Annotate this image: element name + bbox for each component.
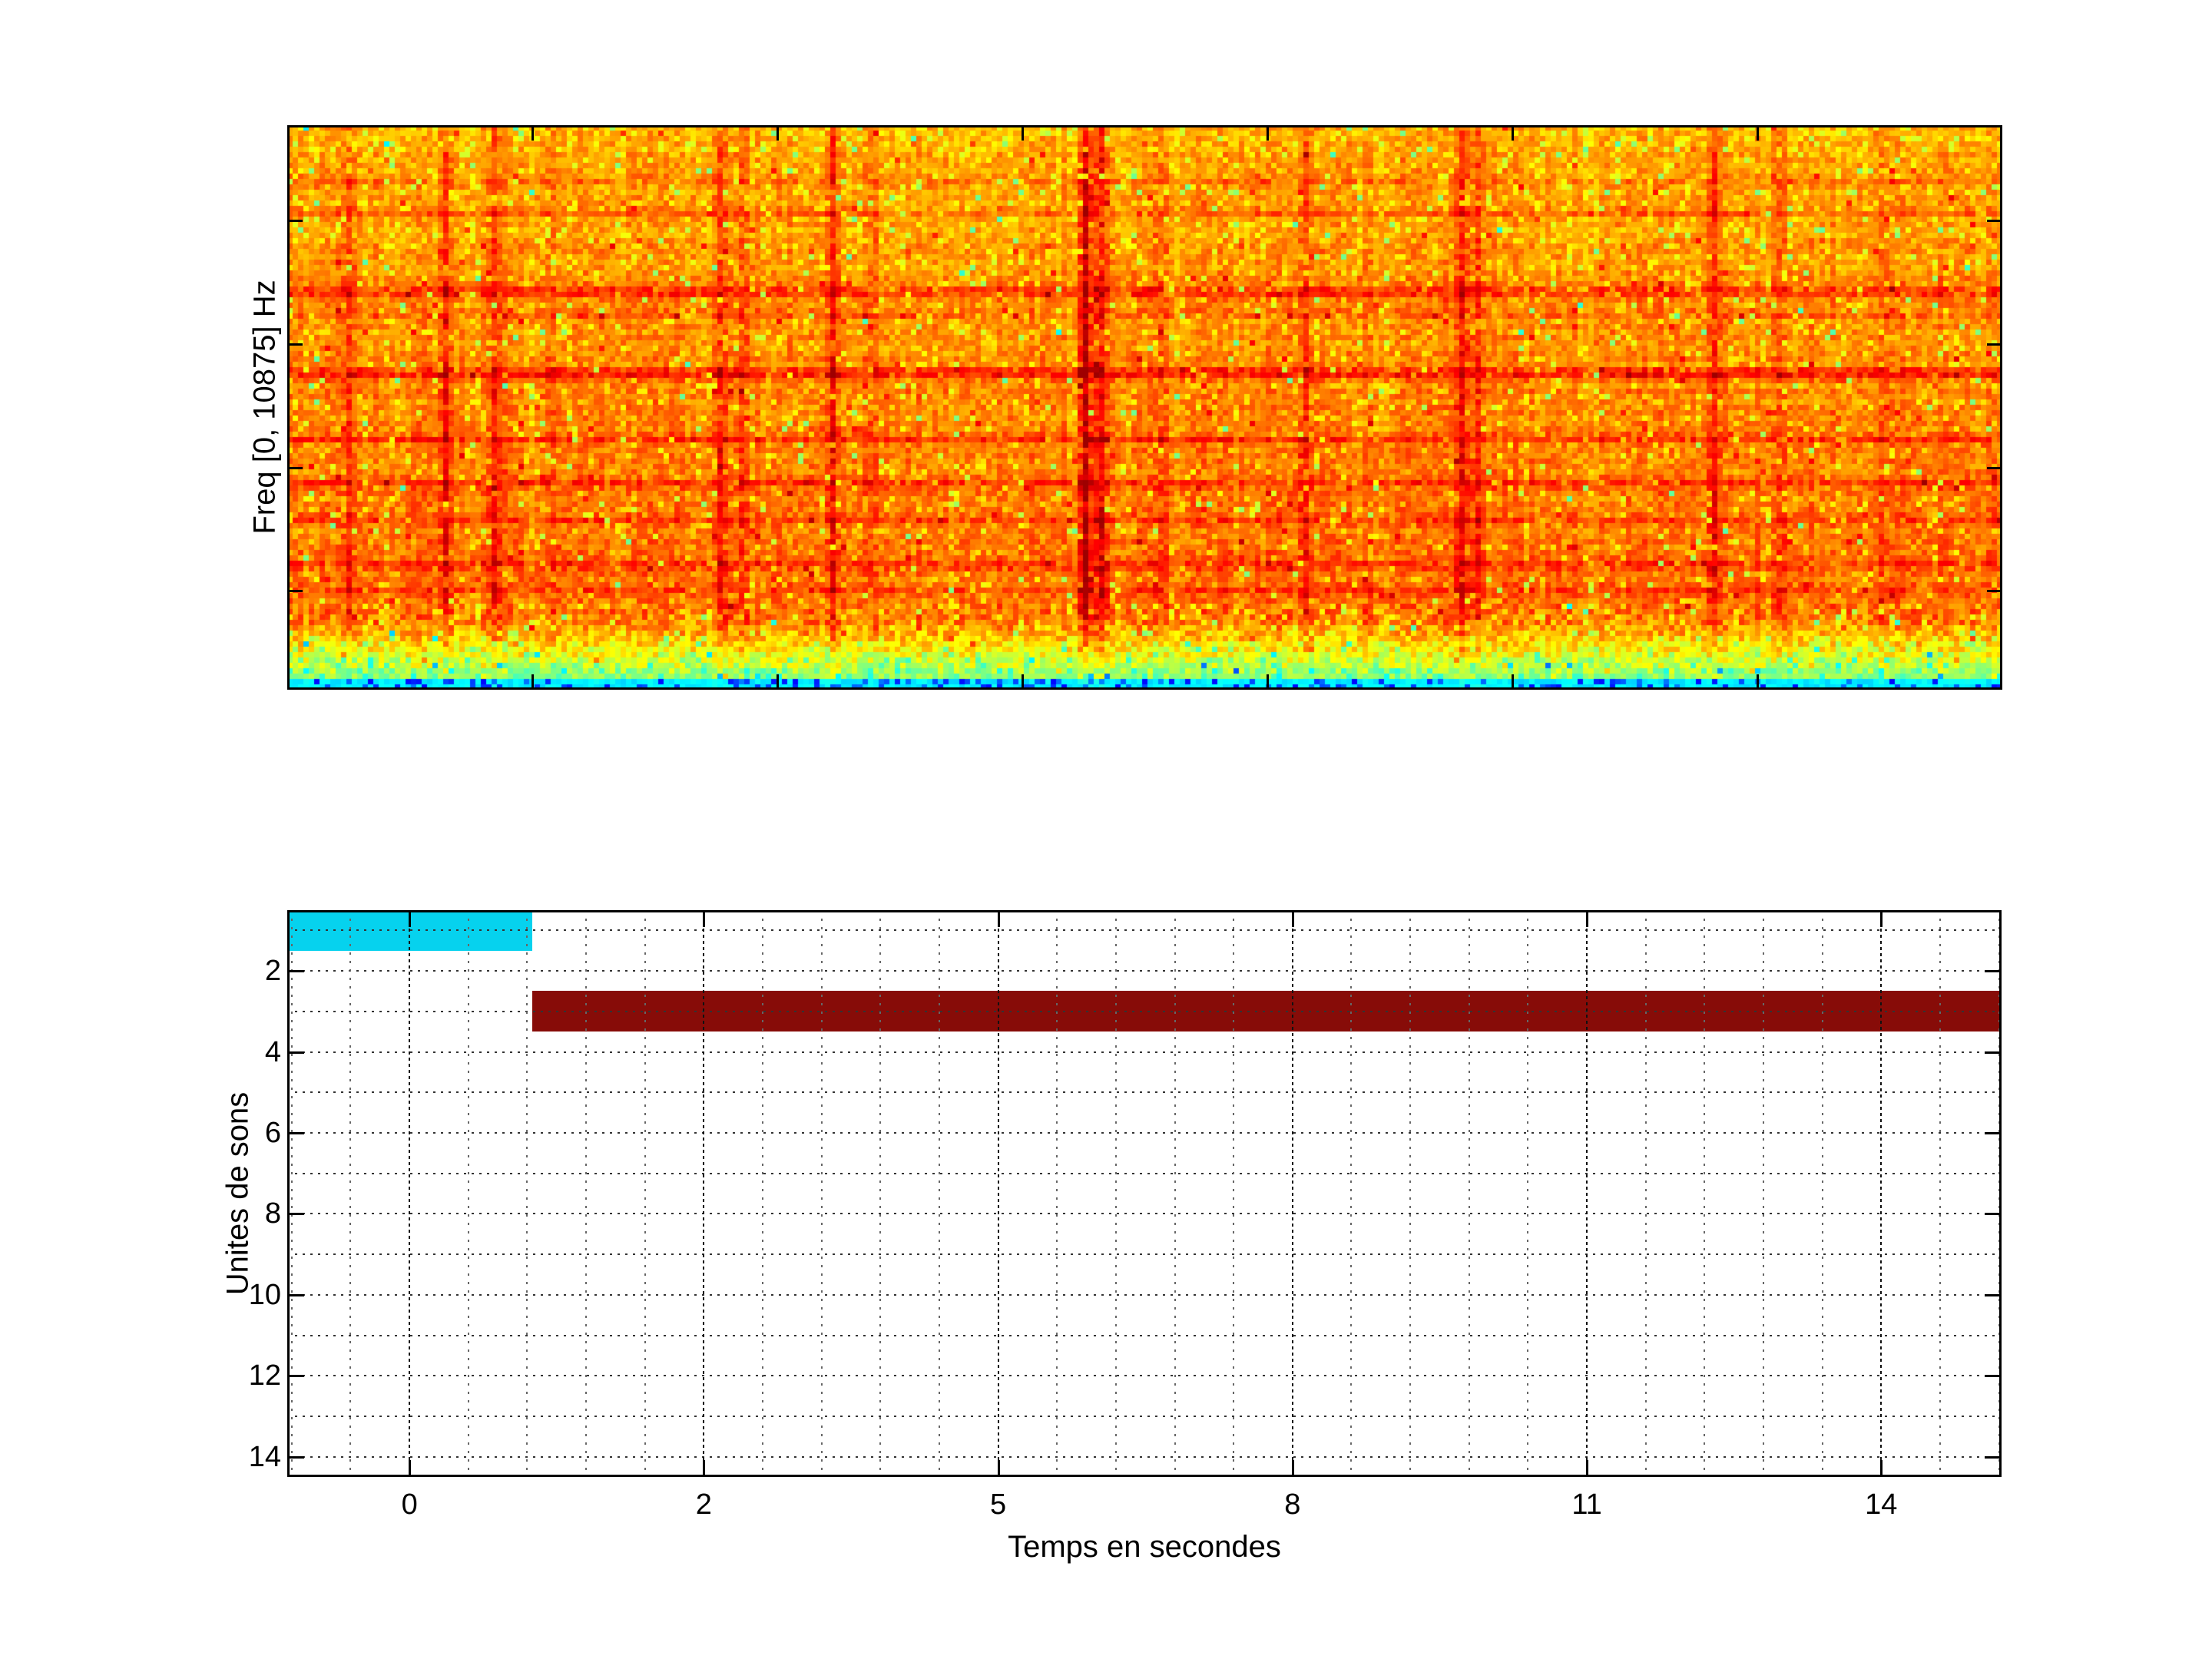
x-tick-label: 8 xyxy=(1284,1488,1301,1521)
activity-right-tick xyxy=(1985,1375,2002,1378)
spectrogram-top-tick xyxy=(531,125,535,141)
activity-left-tick xyxy=(287,970,304,973)
activity-plot xyxy=(287,910,2002,1477)
activity-bottom-tick xyxy=(703,1460,706,1477)
activity-left-tick xyxy=(287,1293,304,1296)
spectrogram-right-tick xyxy=(1987,589,2002,592)
spectrogram-bottom-tick xyxy=(776,674,779,690)
activity-bottom-tick xyxy=(997,1460,1000,1477)
x-tick-label: 0 xyxy=(401,1488,418,1521)
activity-right-tick xyxy=(1985,1213,2002,1216)
spectrogram-left-tick xyxy=(287,220,303,223)
spectrogram-top-tick xyxy=(1022,125,1025,141)
spectrogram-bottom-tick xyxy=(1022,674,1025,690)
y-tick-label: 12 xyxy=(248,1359,281,1392)
activity-bottom-tick xyxy=(1291,1460,1294,1477)
activity-bottom-tick xyxy=(1880,1460,1883,1477)
spectrogram-left-tick xyxy=(287,589,303,592)
spectrogram-right-tick xyxy=(1987,343,2002,346)
activity-left-tick xyxy=(287,1213,304,1216)
matlab-figure: Freq [0, 10875] Hz Unites de sons Temps … xyxy=(0,0,2212,1659)
activity-bottom-tick xyxy=(1586,1460,1589,1477)
activity-xlabel: Temps en secondes xyxy=(1008,1530,1281,1564)
y-tick-label: 6 xyxy=(264,1116,281,1149)
activity-right-tick xyxy=(1985,1131,2002,1134)
spectrogram-left-tick xyxy=(287,343,303,346)
spectrogram-right-tick xyxy=(1987,220,2002,223)
y-tick-label: 4 xyxy=(264,1035,281,1068)
activity-left-tick xyxy=(287,1455,304,1459)
activity-bottom-tick xyxy=(409,1460,412,1477)
y-tick-label: 2 xyxy=(264,955,281,988)
spectrogram-top-tick xyxy=(776,125,779,141)
spectrogram-ylabel: Freq [0, 10875] Hz xyxy=(247,280,282,535)
x-tick-label: 14 xyxy=(1865,1488,1898,1521)
spectrogram-bottom-tick xyxy=(1266,674,1269,690)
activity-left-tick xyxy=(287,1051,304,1054)
spectrogram-bottom-tick xyxy=(1756,674,1759,690)
y-tick-label: 8 xyxy=(264,1197,281,1230)
spectrogram-right-tick xyxy=(1987,467,2002,470)
spectrogram-top-tick xyxy=(1266,125,1269,141)
activity-left-tick xyxy=(287,1375,304,1378)
activity-top-tick xyxy=(409,910,412,927)
activity-top-tick xyxy=(1586,910,1589,927)
activity-ticks-layer xyxy=(287,910,2002,1477)
activity-right-tick xyxy=(1985,970,2002,973)
spectrogram-bottom-tick xyxy=(531,674,535,690)
y-tick-label: 14 xyxy=(248,1440,281,1473)
spectrogram-plot xyxy=(287,125,2002,690)
x-tick-label: 2 xyxy=(695,1488,712,1521)
activity-top-tick xyxy=(1291,910,1294,927)
activity-top-tick xyxy=(997,910,1000,927)
spectrogram-left-tick xyxy=(287,467,303,470)
spectrogram-top-tick xyxy=(1512,125,1515,141)
activity-right-tick xyxy=(1985,1455,2002,1459)
spectrogram-top-tick xyxy=(1756,125,1759,141)
activity-right-tick xyxy=(1985,1293,2002,1296)
activity-top-tick xyxy=(703,910,706,927)
spectrogram-ticks-layer xyxy=(287,125,2002,690)
x-tick-label: 5 xyxy=(990,1488,1007,1521)
y-tick-label: 10 xyxy=(248,1278,281,1311)
activity-left-tick xyxy=(287,1131,304,1134)
activity-top-tick xyxy=(1880,910,1883,927)
activity-right-tick xyxy=(1985,1051,2002,1054)
spectrogram-bottom-tick xyxy=(1512,674,1515,690)
x-tick-label: 11 xyxy=(1571,1488,1602,1521)
